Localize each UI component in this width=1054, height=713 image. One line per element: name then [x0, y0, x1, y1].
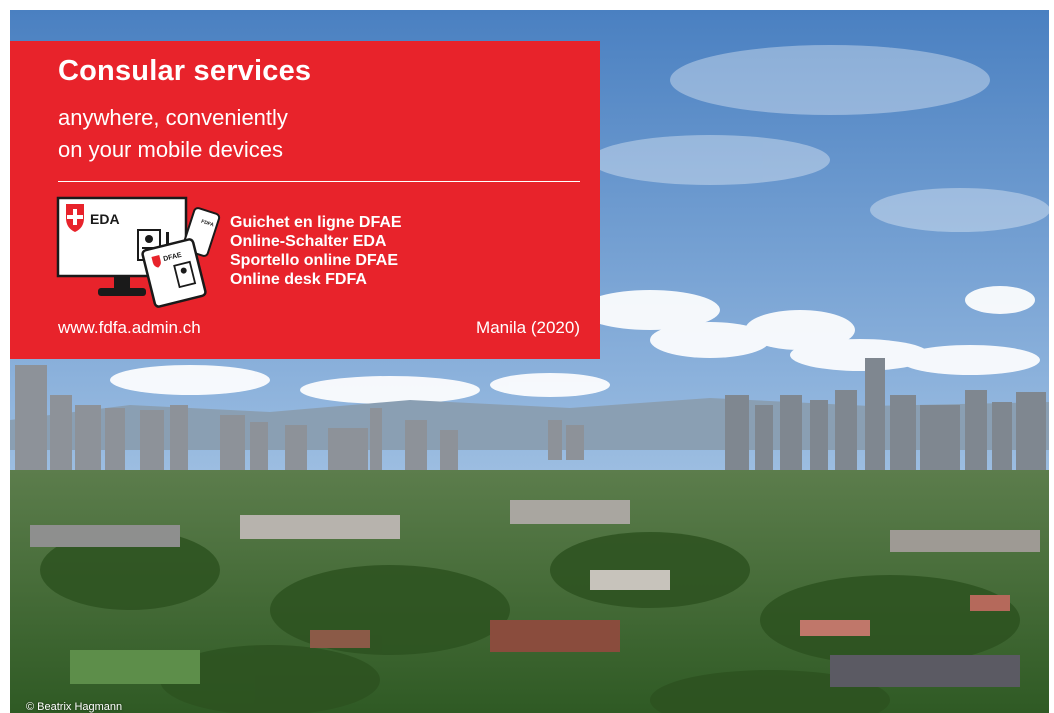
subtitle-line-2: on your mobile devices	[58, 137, 284, 162]
monitor-label: EDA	[90, 211, 120, 227]
online-desk-en: Online desk FDFA	[230, 271, 367, 288]
online-desk-de: Online-Schalter EDA	[230, 233, 387, 250]
website-link[interactable]: www.fdfa.admin.ch	[58, 318, 201, 338]
poster: Consular services anywhere, conveniently…	[10, 10, 1049, 713]
subtitle-line-1: anywhere, conveniently	[58, 105, 288, 130]
photo-credit: © Beatrix Hagmann	[26, 701, 123, 713]
photo-location: Manila (2020)	[476, 318, 580, 337]
online-desk-it: Sportello online DFAE	[230, 252, 399, 269]
consular-info-panel: Consular services anywhere, conveniently…	[10, 41, 600, 359]
online-desk-list: Guichet en ligne DFAE Online-Schalter ED…	[230, 213, 402, 289]
online-desk-devices-graphic: EDA FDFA DFAE	[56, 196, 221, 308]
divider	[58, 181, 580, 182]
online-desk-fr: Guichet en ligne DFAE	[230, 214, 402, 231]
page-title: Consular services	[58, 55, 312, 87]
